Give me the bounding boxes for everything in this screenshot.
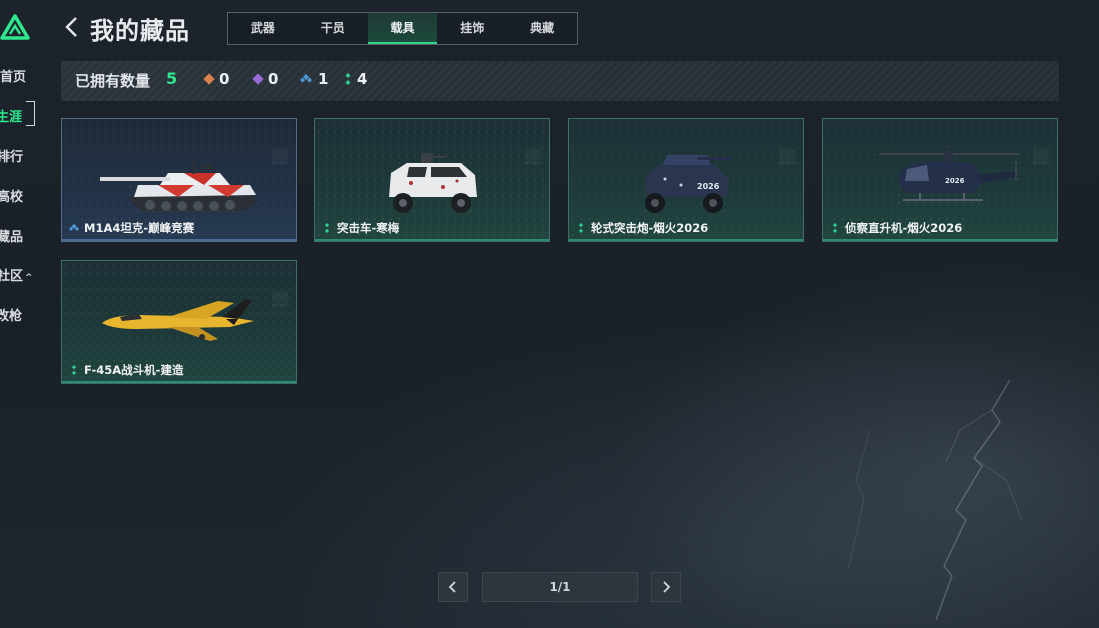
stat-blue-count: 1 (318, 70, 329, 88)
card-decoration (779, 149, 795, 165)
wheeled-assault-gun-icon: 2026 (645, 155, 731, 213)
item-name: 突击车-寒梅 (337, 221, 400, 235)
stat-purple: 0 (252, 70, 279, 88)
stat-green-count: 4 (357, 70, 368, 88)
green-rarity-icon (71, 365, 77, 375)
stat-green: 4 (345, 70, 367, 88)
card-underline (315, 239, 549, 241)
tab-weapons[interactable]: 武器 (228, 13, 298, 44)
tab-prestige[interactable]: 典藏 (507, 13, 577, 44)
stat-blue: 1 (300, 70, 328, 88)
green-diamond-icon (345, 73, 351, 85)
green-rarity-icon (324, 223, 330, 233)
page-title: 我的藏品 (90, 17, 190, 45)
item-card[interactable]: 突击车-寒梅 (314, 118, 550, 242)
card-underline (569, 239, 803, 241)
tab-operators[interactable]: 干员 (298, 13, 368, 44)
ownership-stats: 已拥有数量 5 0 0 1 4 (61, 61, 1059, 101)
prev-page-button[interactable] (438, 572, 468, 602)
svg-text:2026: 2026 (697, 182, 720, 191)
purple-diamond-icon (252, 73, 264, 85)
chevron-up-icon: ^ (25, 273, 33, 283)
item-name: F-45A战斗机-建造 (84, 363, 184, 377)
lightning-decoration (847, 379, 1023, 621)
owned-total: 5 (166, 69, 178, 88)
card-underline (823, 239, 1057, 241)
assault-vehicle-icon (389, 153, 477, 213)
card-underline (62, 239, 296, 241)
tab-charms[interactable]: 挂饰 (437, 13, 507, 44)
logo-icon (0, 14, 30, 40)
card-underline (62, 381, 296, 383)
card-decoration (1033, 149, 1049, 165)
blue-rarity-icon (69, 223, 79, 231)
chevron-left-icon (448, 581, 456, 593)
sidebar-item-gunsmith[interactable]: 改枪 (0, 305, 22, 324)
item-card[interactable]: 2026 轮式突击炮-烟火2026 (568, 118, 804, 242)
stat-purple-count: 0 (268, 70, 279, 88)
blue-diamond-icon (300, 74, 312, 83)
owned-label: 已拥有数量 (75, 72, 151, 90)
card-decoration (272, 291, 288, 307)
green-rarity-icon (832, 223, 838, 233)
sidebar-item-home[interactable]: 首页 (0, 66, 26, 85)
svg-text:2026: 2026 (945, 177, 965, 185)
item-card[interactable]: F-45A战斗机-建造 (61, 260, 297, 384)
card-decoration (272, 149, 288, 165)
page-indicator[interactable]: 1/1 (482, 572, 638, 602)
active-indicator (26, 101, 35, 126)
sidebar-item-community[interactable]: 社区 ^ (0, 265, 33, 284)
card-decoration (525, 149, 541, 165)
back-icon[interactable] (62, 14, 82, 40)
item-name: 侦察直升机-烟火2026 (845, 221, 963, 235)
tab-vehicles[interactable]: 载具 (367, 13, 438, 44)
sidebar-item-ranking[interactable]: 排行 (0, 146, 23, 165)
collection-screen: 首页 生涯 排行 高校 藏品 社区 ^ 改枪 我的藏品 武器 干员 载具 挂饰 典… (0, 0, 1099, 628)
item-card[interactable]: 2026 侦察直升机-烟火2026 (822, 118, 1058, 242)
sidebar-item-school[interactable]: 高校 (0, 186, 23, 205)
sidebar: 首页 生涯 排行 高校 藏品 社区 ^ 改枪 (0, 0, 58, 628)
green-rarity-icon (578, 223, 584, 233)
item-card[interactable]: M1A4坦克-巅峰竞赛 (61, 118, 297, 242)
chevron-right-icon (663, 581, 671, 593)
item-name: 轮式突击炮-烟火2026 (591, 221, 709, 235)
tank-icon (100, 163, 258, 211)
orange-diamond-icon (203, 73, 215, 85)
sidebar-item-collection[interactable]: 藏品 (0, 226, 23, 245)
sidebar-item-career[interactable]: 生涯 (0, 106, 22, 125)
next-page-button[interactable] (651, 572, 681, 602)
stat-orange: 0 (203, 70, 230, 88)
item-name: M1A4坦克-巅峰竞赛 (84, 221, 195, 235)
stat-orange-count: 0 (219, 70, 230, 88)
category-tabs: 武器 干员 载具 挂饰 典藏 (227, 12, 578, 45)
helicopter-icon: 2026 (879, 151, 1019, 201)
fighter-jet-icon (102, 299, 254, 341)
